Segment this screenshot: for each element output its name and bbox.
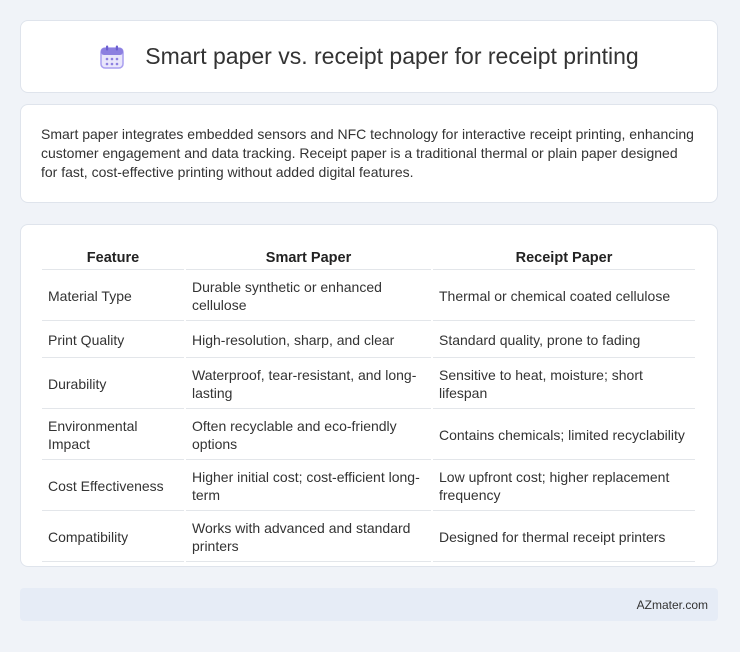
row-smart-paper: Often recyclable and eco-friendly option… [186,411,431,460]
row-receipt-paper: Low upfront cost; higher replacement fre… [433,462,695,511]
column-header-receipt-paper: Receipt Paper [433,247,695,270]
row-smart-paper: Waterproof, tear-resistant, and long-las… [186,360,431,409]
table-header-row: Feature Smart Paper Receipt Paper [42,247,695,270]
intro-card: Smart paper integrates embedded sensors … [20,104,718,203]
source-label: AZmater.com [636,597,708,612]
table-row: Cost Effectiveness Higher initial cost; … [42,462,695,511]
table-row: Environmental Impact Often recyclable an… [42,411,695,460]
column-header-feature: Feature [42,247,184,270]
comparison-table-card: Feature Smart Paper Receipt Paper Materi… [20,224,718,567]
table-row: Material Type Durable synthetic or enhan… [42,272,695,321]
column-header-smart-paper: Smart Paper [186,247,431,270]
title-card: Smart paper vs. receipt paper for receip… [20,20,718,93]
comparison-table: Feature Smart Paper Receipt Paper Materi… [40,245,697,564]
row-feature: Print Quality [42,323,184,358]
row-smart-paper: High-resolution, sharp, and clear [186,323,431,358]
row-receipt-paper: Designed for thermal receipt printers [433,513,695,562]
row-receipt-paper: Contains chemicals; limited recyclabilit… [433,411,695,460]
row-feature: Durability [42,360,184,409]
row-feature: Environmental Impact [42,411,184,460]
table-row: Durability Waterproof, tear-resistant, a… [42,360,695,409]
table-row: Compatibility Works with advanced and st… [42,513,695,562]
row-receipt-paper: Standard quality, prone to fading [433,323,695,358]
row-smart-paper: Higher initial cost; cost-efficient long… [186,462,431,511]
row-receipt-paper: Sensitive to heat, moisture; short lifes… [433,360,695,409]
row-smart-paper: Works with advanced and standard printer… [186,513,431,562]
row-smart-paper: Durable synthetic or enhanced cellulose [186,272,431,321]
row-receipt-paper: Thermal or chemical coated cellulose [433,272,695,321]
intro-text: Smart paper integrates embedded sensors … [41,126,694,180]
footer: AZmater.com [20,588,718,621]
page-title: Smart paper vs. receipt paper for receip… [145,43,639,69]
calendar-icon [100,45,125,69]
row-feature: Material Type [42,272,184,321]
table-row: Print Quality High-resolution, sharp, an… [42,323,695,358]
row-feature: Compatibility [42,513,184,562]
row-feature: Cost Effectiveness [42,462,184,511]
